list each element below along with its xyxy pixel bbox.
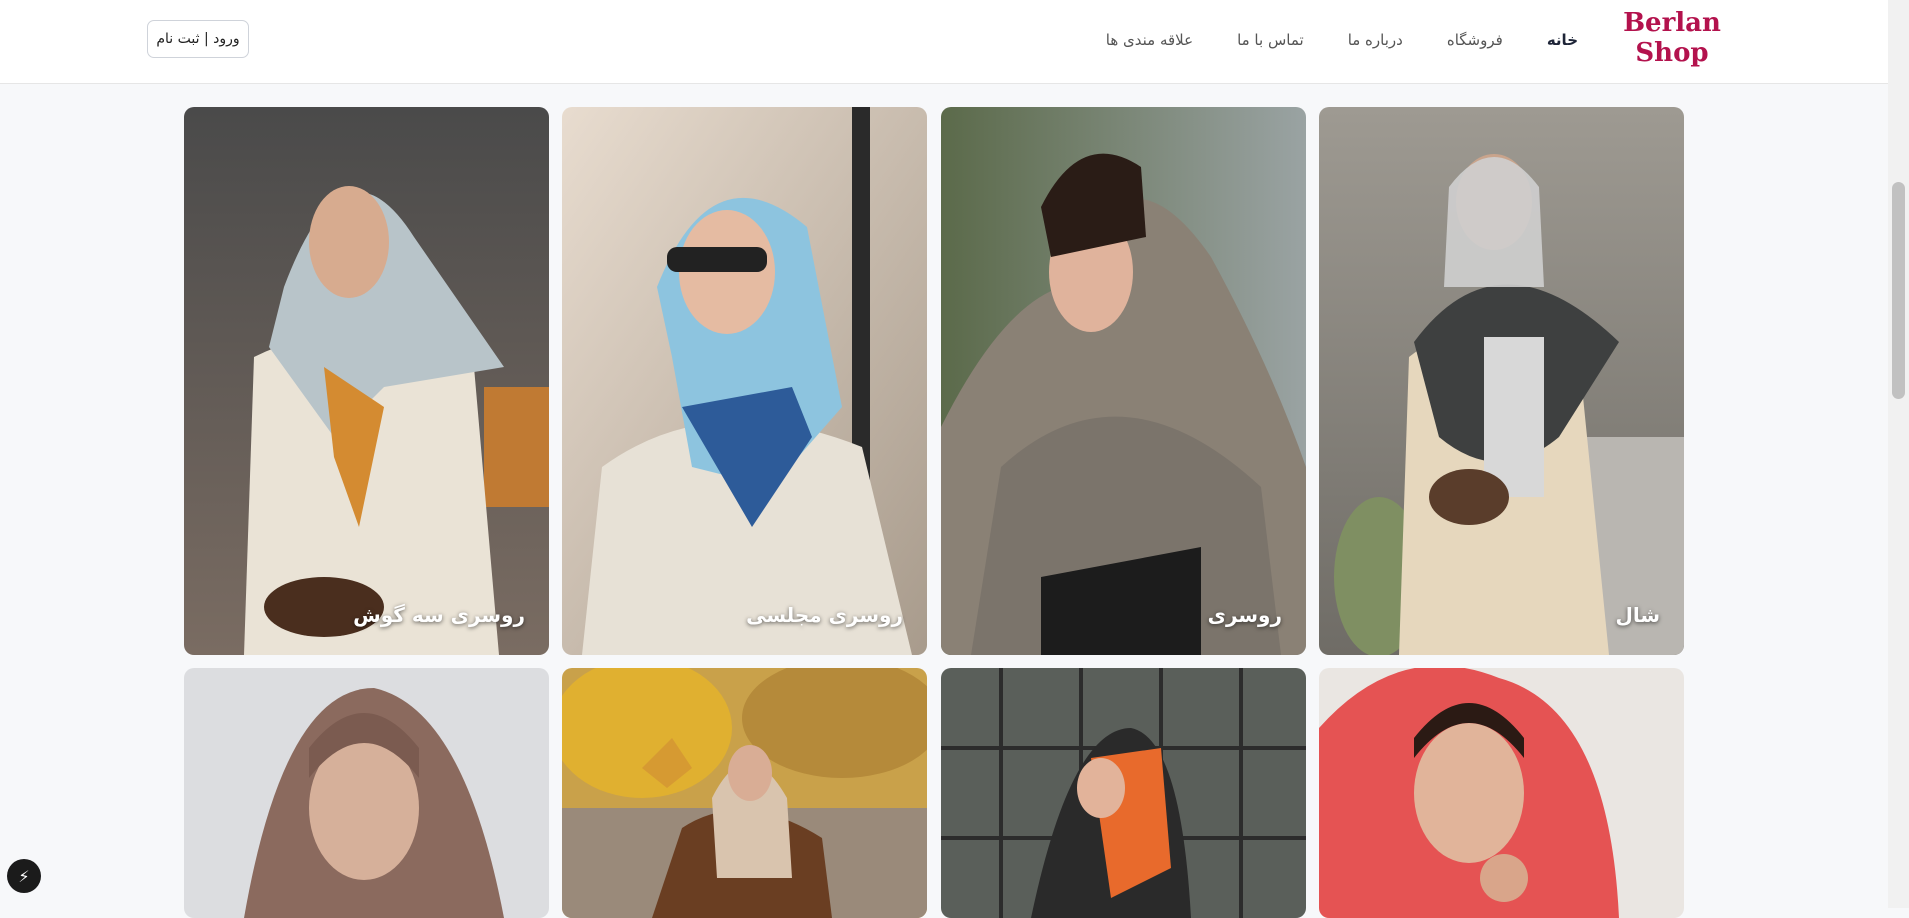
category-label-scarf: روسری (1207, 603, 1282, 627)
patterned-scarf-photo (941, 668, 1306, 918)
category-label-shawl: شال (1615, 603, 1660, 627)
shawl-photo (1319, 107, 1684, 655)
scarf-photo (941, 107, 1306, 655)
nav-home[interactable]: خانه (1547, 31, 1578, 49)
nav-contact[interactable]: تماس با ما (1237, 31, 1304, 49)
category-label-triangle-scarf: روسری سه گوش (353, 603, 525, 627)
category-card-scarf[interactable]: روسری (941, 107, 1306, 655)
category-card-triangle-scarf[interactable]: روسری سه گوش (184, 107, 549, 655)
category-card-evening-scarf[interactable]: روسری مجلسی (562, 107, 927, 655)
login-register-button[interactable]: ورود | ثبت نام (147, 20, 249, 58)
autumn-scarf-photo (562, 668, 927, 918)
category-card-7[interactable] (562, 668, 927, 918)
brand-logo-line1: Berlan (1623, 8, 1721, 38)
nav-favorites[interactable]: علاقه مندی ها (1106, 31, 1193, 49)
scrollbar-thumb[interactable] (1892, 182, 1905, 399)
category-card-8[interactable] (184, 668, 549, 918)
page-scrollbar[interactable] (1888, 0, 1909, 908)
nav-shop[interactable]: فروشگاه (1447, 31, 1503, 49)
category-card-6[interactable] (941, 668, 1306, 918)
category-card-5[interactable] (1319, 668, 1684, 918)
nav-about[interactable]: درباره ما (1348, 31, 1403, 49)
category-card-shawl[interactable]: شال (1319, 107, 1684, 655)
main-nav: خانه فروشگاه درباره ما تماس با ما علاقه … (1106, 26, 1578, 54)
lightning-icon[interactable]: ⚡ (7, 859, 41, 893)
category-label-evening-scarf: روسری مجلسی (746, 603, 903, 627)
triangle-scarf-photo (184, 107, 549, 655)
red-scarf-photo (1319, 668, 1684, 918)
evening-scarf-photo (562, 107, 927, 655)
brand-logo-line2: Shop (1635, 38, 1709, 68)
brown-scarf-photo (184, 668, 549, 918)
brand-logo[interactable]: Berlan Shop (1622, 8, 1722, 68)
top-navbar: Berlan Shop خانه فروشگاه درباره ما تماس … (0, 0, 1888, 84)
